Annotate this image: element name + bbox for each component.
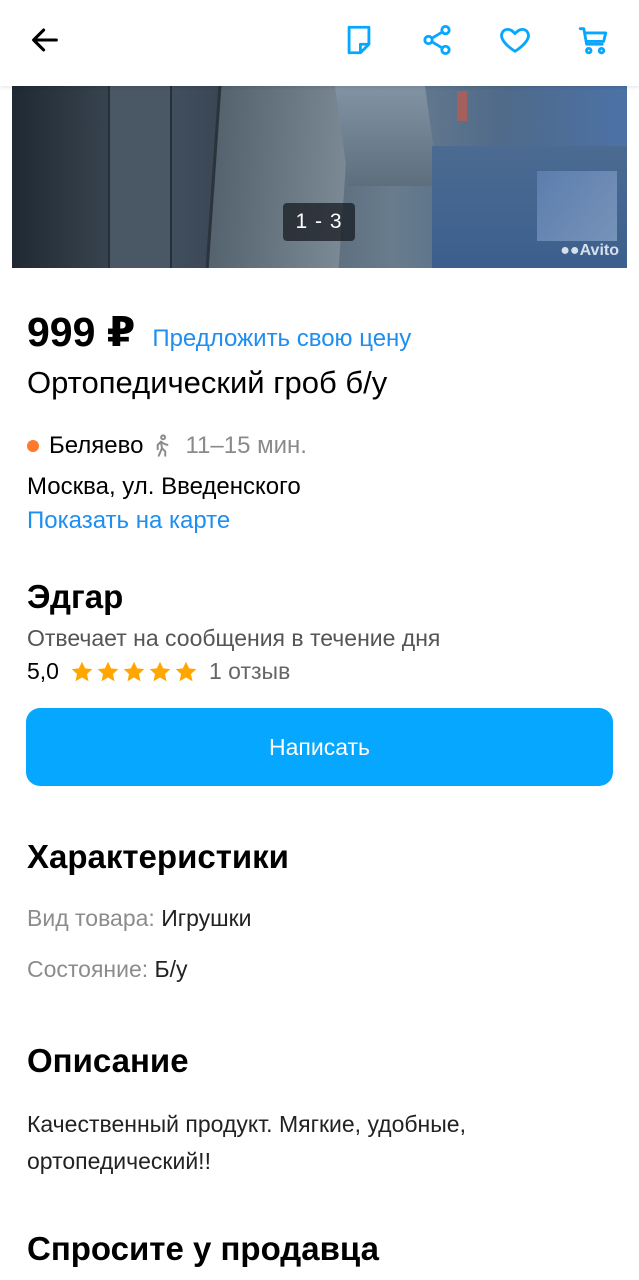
reviews-link[interactable]: 1 отзыв [209,658,290,685]
photo-plank [334,86,440,186]
share-icon [423,24,451,56]
avito-watermark: ●●Avito [560,242,619,260]
rating-stars [69,659,199,685]
share-button[interactable] [414,17,460,63]
note-icon [347,25,371,55]
ask-seller-heading: Спросите у продавца [27,1230,379,1267]
photo-detail [457,91,467,121]
watermark-text: Avito [579,242,619,259]
rating-value: 5,0 [27,658,59,684]
seller-name[interactable]: Эдгар [27,578,123,616]
star-icon [71,661,93,681]
notes-button[interactable] [336,17,382,63]
metro-info: Беляево 11–15 мин. [27,432,307,460]
seller-rating: 5,0 1 отзыв [27,658,290,685]
characteristic-row: Вид товара: Игрушки [27,905,252,932]
avito-logo-icon: ●● [560,242,580,259]
write-message-button[interactable]: Написать [26,708,613,786]
photo-shade [12,86,112,268]
characteristic-value: Б/у [154,956,188,982]
characteristic-row: Состояние: Б/у [27,956,188,983]
show-on-map-link[interactable]: Показать на карте [27,507,230,535]
back-button[interactable] [22,17,68,63]
description-text: Качественный продукт. Мягкие, удобные, о… [27,1111,466,1174]
characteristic-key: Состояние: [27,956,149,982]
star-icon [149,661,171,681]
star-icon [97,661,119,681]
response-time: Отвечает на сообщения в течение дня [27,625,441,651]
cart-button[interactable] [570,17,616,63]
characteristic-key: Вид товара: [27,905,155,931]
characteristics-heading: Характеристики [27,838,289,875]
price: 999 ₽ [27,309,136,355]
photo-detail [537,171,617,241]
star-icon [123,661,145,681]
walking-person-icon [157,434,169,457]
offer-price-link[interactable]: Предложить свою цену [152,325,411,353]
arrow-left-icon [32,28,58,52]
photo-plank [108,86,172,268]
price-row: 999 ₽ Предложить свою цену [27,308,411,356]
top-bar [0,0,639,86]
cart-icon [578,27,608,55]
metro-station: Беляево [49,432,144,459]
star-icon [175,661,197,681]
metro-line-dot [27,440,39,452]
description-heading: Описание [27,1042,189,1079]
listing-title: Ортопедический гроб б/у [27,365,388,400]
heart-icon [500,27,530,53]
characteristic-value: Игрушки [161,905,252,931]
address: Москва, ул. Введенского [27,473,301,500]
favorite-button[interactable] [492,17,538,63]
photo-counter: 1 - 3 [283,203,355,241]
walk-time: 11–15 мин. [185,432,307,459]
